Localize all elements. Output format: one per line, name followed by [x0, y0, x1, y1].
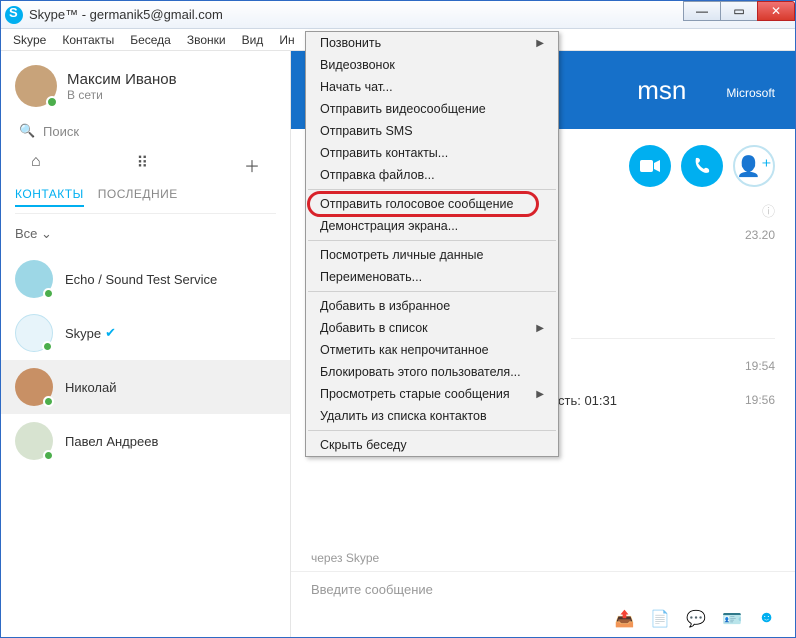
- window-title: Skype™ - germanik5@gmail.com: [29, 7, 223, 22]
- window-controls: — ▭ ✕: [684, 1, 795, 21]
- profile-block[interactable]: Максим Иванов В сети: [1, 51, 290, 115]
- menu-skype[interactable]: Skype: [5, 31, 54, 49]
- context-menu-separator: [308, 291, 556, 292]
- contact-echo[interactable]: Echo / Sound Test Service: [1, 252, 290, 306]
- status-online-icon: [43, 396, 54, 407]
- video-call-button[interactable]: [629, 145, 671, 187]
- timestamp: 19:54: [745, 359, 775, 375]
- search-placeholder: Поиск: [43, 124, 79, 139]
- context-menu-item[interactable]: Демонстрация экрана...: [306, 215, 558, 237]
- emoji-icon[interactable]: ☻: [758, 609, 775, 629]
- context-menu-item[interactable]: Переименовать...: [306, 266, 558, 288]
- context-menu-item[interactable]: Отметить как непрочитанное: [306, 339, 558, 361]
- context-menu-item[interactable]: Отправка файлов...: [306, 164, 558, 186]
- context-menu-item[interactable]: Позвонить▶: [306, 32, 558, 54]
- send-document-icon[interactable]: 📄: [650, 609, 670, 629]
- status-online-icon: [43, 288, 54, 299]
- home-icon[interactable]: ⌂: [31, 153, 41, 177]
- status-online-icon: [42, 341, 53, 352]
- microsoft-label: Microsoft: [726, 86, 775, 100]
- contact-card-icon[interactable]: 🪪: [722, 609, 742, 629]
- submenu-arrow-icon: ▶: [536, 323, 544, 334]
- search-icon: 🔍: [19, 123, 33, 139]
- submenu-arrow-icon: ▶: [536, 38, 544, 49]
- send-file-icon[interactable]: 📤: [614, 609, 634, 629]
- profile-status: В сети: [67, 88, 177, 102]
- info-icon[interactable]: ⓘ: [762, 201, 775, 220]
- avatar-pavel: [15, 422, 53, 460]
- context-menu-item[interactable]: Начать чат...: [306, 76, 558, 98]
- compose-input[interactable]: Введите сообщение: [291, 571, 795, 603]
- video-icon: [640, 159, 660, 173]
- context-menu-item[interactable]: Блокировать этого пользователя...: [306, 361, 558, 383]
- tab-contacts[interactable]: КОНТАКТЫ: [15, 187, 84, 207]
- nav-row: ⌂ ⠿ ＋: [1, 147, 290, 187]
- status-online-icon: [46, 96, 58, 108]
- audio-call-button[interactable]: [681, 145, 723, 187]
- profile-name: Максим Иванов: [67, 71, 177, 88]
- msn-brand: msn: [637, 75, 686, 106]
- filter-dropdown[interactable]: Все ⌄: [1, 220, 290, 252]
- context-menu-item[interactable]: Удалить из списка контактов: [306, 405, 558, 427]
- avatar-echo: [15, 260, 53, 298]
- context-menu-item[interactable]: Видеозвонок: [306, 54, 558, 76]
- phone-icon: [693, 157, 711, 175]
- context-menu-item[interactable]: Отправить контакты...: [306, 142, 558, 164]
- contact-label: Павел Андреев: [65, 434, 158, 449]
- tabs: КОНТАКТЫ ПОСЛЕДНИЕ: [1, 187, 290, 213]
- video-message-icon[interactable]: 💬: [686, 609, 706, 629]
- menu-contacts[interactable]: Контакты: [54, 31, 122, 49]
- context-menu-item[interactable]: Отправить видеосообщение: [306, 98, 558, 120]
- timestamp: 19:56: [745, 393, 775, 408]
- contact-nikolay[interactable]: Николай: [1, 360, 290, 414]
- tab-recent[interactable]: ПОСЛЕДНИЕ: [98, 187, 178, 207]
- context-menu-item[interactable]: Посмотреть личные данные: [306, 244, 558, 266]
- menu-conversation[interactable]: Беседа: [122, 31, 179, 49]
- dialpad-icon[interactable]: ⠿: [136, 153, 148, 177]
- context-menu-item[interactable]: Добавить в список▶: [306, 317, 558, 339]
- context-menu-item[interactable]: Просмотреть старые сообщения▶: [306, 383, 558, 405]
- context-menu-separator: [308, 189, 556, 190]
- verified-icon: ✔: [105, 325, 116, 341]
- context-menu: Позвонить▶ВидеозвонокНачать чат...Отправ…: [305, 31, 559, 457]
- menu-view[interactable]: Вид: [234, 31, 272, 49]
- menu-calls[interactable]: Звонки: [179, 31, 234, 49]
- contact-label: Echo / Sound Test Service: [65, 272, 217, 287]
- context-menu-item[interactable]: Скрыть беседу: [306, 434, 558, 456]
- add-participant-button[interactable]: 👤⁺: [733, 145, 775, 187]
- context-menu-separator: [308, 240, 556, 241]
- avatar: [15, 65, 57, 107]
- maximize-button[interactable]: ▭: [720, 1, 758, 21]
- close-button[interactable]: ✕: [757, 1, 795, 21]
- skype-logo-icon: [5, 6, 23, 24]
- status-online-icon: [43, 450, 54, 461]
- contact-pavel[interactable]: Павел Андреев: [1, 414, 290, 468]
- context-menu-item[interactable]: Отправить голосовое сообщение: [306, 193, 558, 215]
- sidebar: Максим Иванов В сети 🔍 Поиск ⌂ ⠿ ＋ КОНТА…: [1, 51, 291, 637]
- via-label: через Skype: [291, 541, 795, 571]
- add-icon[interactable]: ＋: [244, 153, 260, 177]
- compose-toolbar: 📤 📄 💬 🪪 ☻: [291, 603, 795, 637]
- divider: [15, 213, 276, 214]
- menu-instruments[interactable]: Ин: [271, 31, 302, 49]
- search-input[interactable]: 🔍 Поиск: [1, 115, 290, 147]
- timestamp: 23.20: [745, 228, 775, 242]
- context-menu-separator: [308, 430, 556, 431]
- titlebar: Skype™ - germanik5@gmail.com — ▭ ✕: [1, 1, 795, 29]
- contact-skype[interactable]: Skype ✔: [1, 306, 290, 360]
- minimize-button[interactable]: —: [683, 1, 721, 21]
- submenu-arrow-icon: ▶: [536, 389, 544, 400]
- avatar-nikolay: [15, 368, 53, 406]
- contact-label: Николай: [65, 380, 117, 395]
- compose-placeholder: Введите сообщение: [311, 582, 433, 597]
- contact-label: Skype: [65, 326, 101, 341]
- context-menu-item[interactable]: Добавить в избранное: [306, 295, 558, 317]
- context-menu-item[interactable]: Отправить SMS: [306, 120, 558, 142]
- avatar-skype: [15, 314, 53, 352]
